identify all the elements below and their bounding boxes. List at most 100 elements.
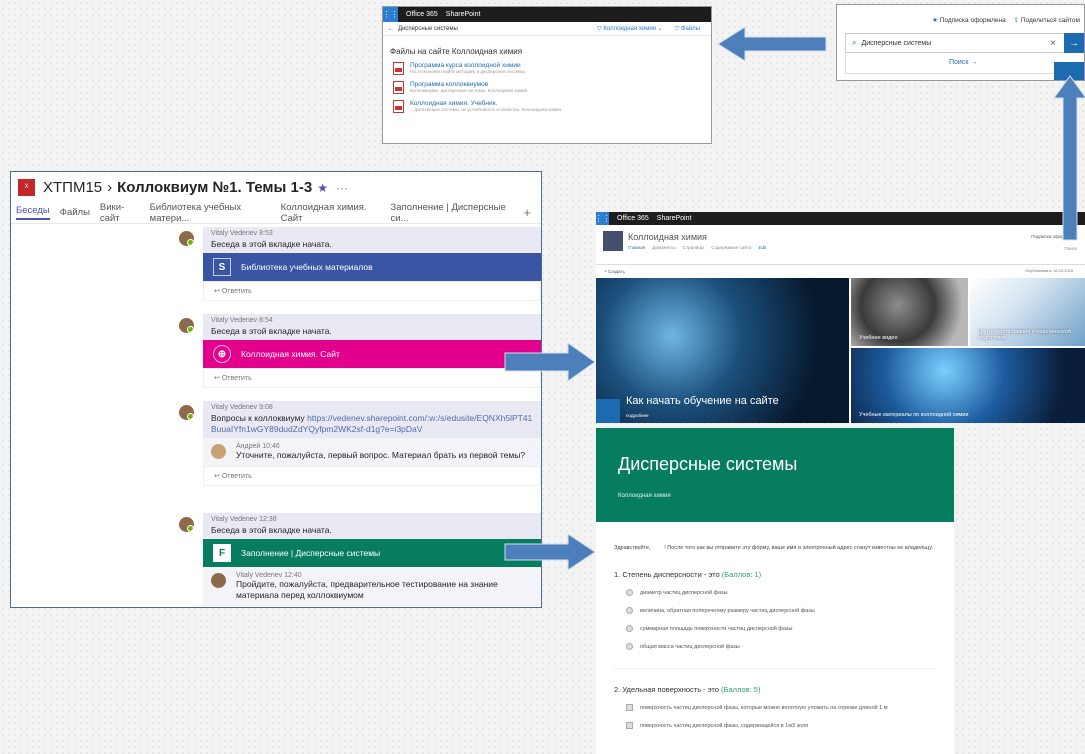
divider bbox=[614, 668, 936, 669]
search-result[interactable]: Коллоидная химия. Учебник. …дисперсные си… bbox=[393, 100, 704, 113]
search-submit-button[interactable]: → bbox=[1064, 33, 1084, 53]
video-tile[interactable]: Учебное видео bbox=[851, 278, 968, 346]
site-logo[interactable] bbox=[603, 231, 623, 251]
pdf-document-icon bbox=[393, 81, 404, 94]
more-options-icon[interactable]: ··· bbox=[336, 181, 348, 195]
checkbox-option[interactable]: поверхность частиц дисперсной фазы, соде… bbox=[626, 722, 936, 729]
tab-files[interactable]: Файлы bbox=[60, 207, 90, 218]
checkbox-option[interactable]: поверхность частиц дисперсной фазы, кото… bbox=[626, 704, 936, 711]
search-input[interactable]: Дисперсные системы bbox=[394, 26, 591, 32]
results-title: Файлы на сайте Коллоидная химия bbox=[390, 47, 523, 56]
reply-text: Пройдите, пожалуйста, предварительное те… bbox=[236, 579, 498, 600]
command-bar: + Создать Опубликовано 16.03.2018 bbox=[596, 265, 1085, 278]
site-search-field[interactable]: ⌕ Дисперсные системы × → bbox=[845, 33, 1084, 53]
suite-label[interactable]: Office 365 bbox=[609, 215, 649, 222]
tab-card-form[interactable]: F Заполнение | Дисперсные системы bbox=[203, 539, 541, 567]
avatar[interactable] bbox=[179, 318, 194, 333]
nav-home[interactable]: Главная bbox=[628, 245, 645, 250]
message-thread: Vitaly Vedenev 12:38 Беседа в этой вклад… bbox=[179, 513, 541, 606]
tab-conversations[interactable]: Беседы bbox=[16, 205, 50, 220]
favorite-star-icon[interactable]: ★ bbox=[317, 181, 328, 195]
reply-label: Ответить bbox=[221, 375, 252, 382]
files-filter-label: Файлы bbox=[680, 26, 700, 32]
edit-button-partial[interactable] bbox=[1054, 62, 1084, 80]
form-title: Дисперсные системы bbox=[618, 454, 798, 474]
radio-option[interactable]: общая масса частиц дисперсной фазы bbox=[626, 643, 936, 650]
radio-option[interactable]: диаметр частиц дисперсной фазы bbox=[626, 589, 936, 596]
materials-tile-caption: Учебные материалы по коллоидной химии bbox=[859, 412, 969, 418]
share-label[interactable]: Поделиться сайтом bbox=[1021, 17, 1080, 24]
radio-button[interactable] bbox=[626, 625, 633, 632]
nav-pages[interactable]: Страницы bbox=[683, 245, 704, 250]
search-result[interactable]: Программа курса коллоидной химии На этом … bbox=[393, 62, 704, 75]
files-filter[interactable]: ▽ Файлы bbox=[669, 25, 706, 32]
checkbox[interactable] bbox=[626, 722, 633, 729]
tab-site[interactable]: Коллоидная химия. Сайт bbox=[281, 202, 381, 224]
tests-tile[interactable]: Центр тестирования и практической подгот… bbox=[970, 278, 1085, 346]
hero-tile[interactable]: Как начать обучение на сайте подробнее bbox=[596, 278, 849, 423]
subscribe-label[interactable]: Подписка оформлена bbox=[1031, 234, 1077, 239]
result-title[interactable]: Программа курса коллоидной химии bbox=[410, 62, 526, 69]
tab-card-library[interactable]: S Библиотека учебных материалов bbox=[203, 253, 541, 281]
radio-button[interactable] bbox=[626, 589, 633, 596]
breadcrumb-separator-icon: › bbox=[107, 178, 113, 196]
result-title[interactable]: Коллоидная химия. Учебник. bbox=[410, 100, 562, 107]
video-tile-caption: Учебное видео bbox=[859, 335, 898, 341]
sharepoint-search-results-window: ⋮⋮ Office 365 SharePoint ← Дисперсные си… bbox=[382, 6, 712, 144]
nav-edit[interactable]: Edit bbox=[758, 245, 766, 250]
search-link[interactable]: Поиск → bbox=[949, 59, 977, 66]
author: Vitaly Vedenev bbox=[236, 572, 283, 579]
sharepoint-icon: S bbox=[213, 258, 231, 276]
channel-header: Х ХТПМ15 › Коллоквиум №1. Темы 1-3 ★ ··· bbox=[11, 172, 541, 202]
reply-button[interactable]: ↩ Ответить bbox=[203, 466, 541, 486]
avatar[interactable] bbox=[211, 573, 226, 588]
question-points: (Баллов: 5) bbox=[721, 685, 761, 694]
new-button[interactable]: + Создать bbox=[604, 269, 625, 274]
app-launcher-icon[interactable]: ⋮⋮ bbox=[596, 212, 611, 225]
radio-button[interactable] bbox=[626, 643, 633, 650]
avatar[interactable] bbox=[179, 231, 194, 246]
option-label: поверхность частиц дисперсной фазы, соде… bbox=[640, 722, 809, 729]
nav-site-contents[interactable]: Содержимое сайта bbox=[711, 245, 751, 250]
conversation-area: Vitaly Vedenev 8:53 Беседа в этой вкладк… bbox=[11, 225, 541, 607]
site-search-input[interactable]: Дисперсные системы bbox=[861, 40, 1042, 47]
card-label: Коллоидная химия. Сайт bbox=[241, 349, 340, 359]
avatar[interactable] bbox=[211, 444, 226, 459]
tab-wiki[interactable]: Вики-сайт bbox=[100, 202, 140, 224]
result-title[interactable]: Программа коллоквиумов bbox=[410, 81, 528, 88]
hero-subtitle: подробнее bbox=[626, 413, 649, 418]
reply-button[interactable]: ↩ Ответить bbox=[203, 368, 541, 388]
published-status: Опубликовано 16.03.2018 bbox=[1025, 268, 1073, 273]
app-label[interactable]: SharePoint bbox=[438, 11, 481, 18]
site-name[interactable]: Коллоидная химия bbox=[628, 232, 707, 242]
reply-text: Уточните, пожалуйста, первый вопрос. Мат… bbox=[236, 450, 526, 460]
add-tab-icon[interactable]: + bbox=[523, 205, 531, 220]
radio-button[interactable] bbox=[626, 607, 633, 614]
site-filter[interactable]: ▽ Коллоидная химия ⌄ bbox=[591, 25, 669, 32]
materials-tile[interactable]: Учебные материалы по коллоидной химии bbox=[851, 348, 1085, 423]
team-name[interactable]: ХТПМ15 bbox=[43, 179, 102, 196]
tab-library[interactable]: Библиотека учебных матери... bbox=[150, 202, 271, 224]
nav-documents[interactable]: Документы bbox=[652, 245, 675, 250]
avatar[interactable] bbox=[179, 405, 194, 420]
site-search-box[interactable]: Поиск bbox=[1065, 246, 1077, 251]
suite-label[interactable]: Office 365 bbox=[398, 11, 438, 18]
reply-button[interactable]: ↩ Ответить bbox=[203, 281, 541, 301]
radio-option[interactable]: величина, обратная поперечному размеру ч… bbox=[626, 607, 936, 614]
result-desc: Коллоквиумы: дисперсные системы. Коллоид… bbox=[410, 88, 529, 93]
avatar[interactable] bbox=[179, 517, 194, 532]
search-result[interactable]: Программа коллоквиумов Коллоквиумы: диспе… bbox=[393, 81, 704, 94]
form-intro: Здравствуйте, ! После того как вы отправ… bbox=[614, 543, 936, 554]
radio-option[interactable]: суммарная площадь поверхности частиц дис… bbox=[626, 625, 936, 632]
subscribe-label[interactable]: Подписка оформлена bbox=[940, 17, 1006, 24]
app-label[interactable]: SharePoint bbox=[649, 215, 692, 222]
tab-form[interactable]: Заполнение | Дисперсные си... bbox=[391, 202, 514, 224]
checkbox[interactable] bbox=[626, 704, 633, 711]
tab-card-site[interactable]: ⊕ Коллоидная химия. Сайт bbox=[203, 340, 541, 368]
sharepoint-site-window: ⋮⋮ Office 365 SharePoint Коллоидная хими… bbox=[596, 212, 1085, 423]
teams-channel-window: Х ХТПМ15 › Коллоквиум №1. Темы 1-3 ★ ··· Бес… bbox=[10, 171, 542, 608]
clear-icon[interactable]: × bbox=[1042, 38, 1064, 49]
site-actions: ★ Подписка оформлена ⇪ Поделиться сайтом bbox=[837, 5, 1084, 24]
app-launcher-icon[interactable]: ⋮⋮ bbox=[383, 7, 399, 22]
pdf-document-icon bbox=[393, 62, 404, 75]
